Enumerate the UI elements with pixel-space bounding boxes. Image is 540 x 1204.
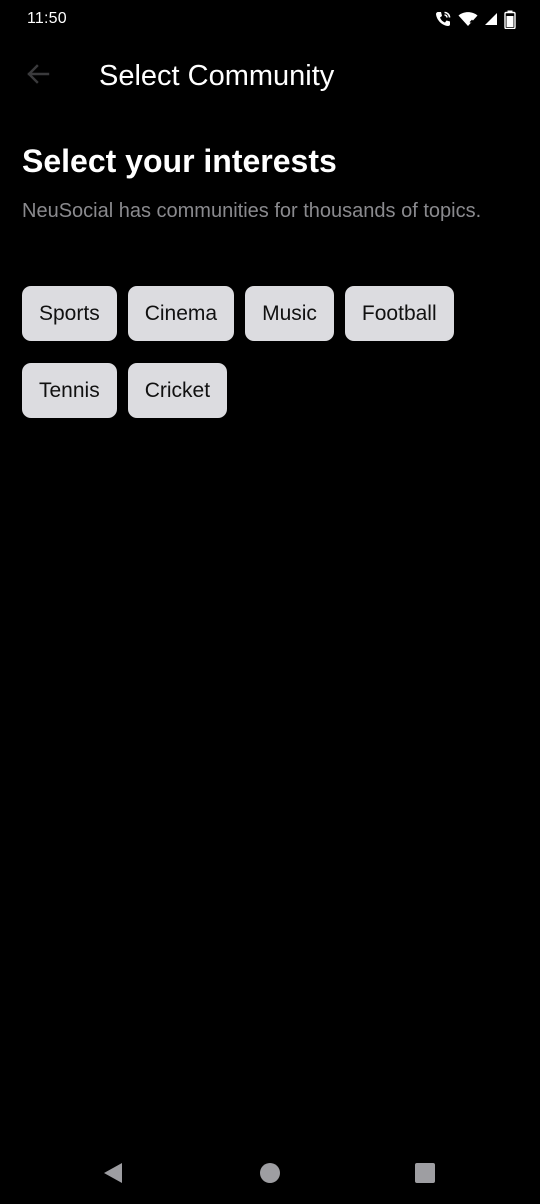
wifi-calling-icon xyxy=(434,10,452,28)
status-time: 11:50 xyxy=(27,10,67,27)
cellular-signal-icon xyxy=(484,12,498,26)
back-button[interactable] xyxy=(20,58,56,94)
interests-subtitle: NeuSocial has communities for thousands … xyxy=(22,200,482,222)
chip-cricket[interactable]: Cricket xyxy=(127,363,228,418)
status-icons xyxy=(434,9,516,29)
battery-icon xyxy=(504,10,516,29)
chip-music[interactable]: Music xyxy=(245,286,334,341)
home-circle-icon xyxy=(259,1162,281,1189)
system-nav-bar xyxy=(0,1146,540,1204)
recents-square-icon xyxy=(414,1162,436,1189)
arrow-left-icon xyxy=(25,61,51,92)
app-bar: Select Community xyxy=(0,48,540,104)
chip-tennis[interactable]: Tennis xyxy=(22,363,117,418)
chip-sports[interactable]: Sports xyxy=(22,286,117,341)
wifi-icon xyxy=(458,11,478,27)
chip-football[interactable]: Football xyxy=(344,286,454,341)
back-triangle-icon xyxy=(101,1161,125,1190)
page-title: Select Community xyxy=(99,60,335,92)
nav-back-button[interactable] xyxy=(100,1162,126,1188)
nav-home-button[interactable] xyxy=(257,1162,283,1188)
status-bar: 11:50 xyxy=(0,0,540,40)
interest-chips: Sports Cinema Music Football Tennis Cric… xyxy=(22,286,522,418)
nav-recents-button[interactable] xyxy=(412,1162,438,1188)
chip-cinema[interactable]: Cinema xyxy=(127,286,235,341)
interests-heading: Select your interests xyxy=(22,143,337,179)
